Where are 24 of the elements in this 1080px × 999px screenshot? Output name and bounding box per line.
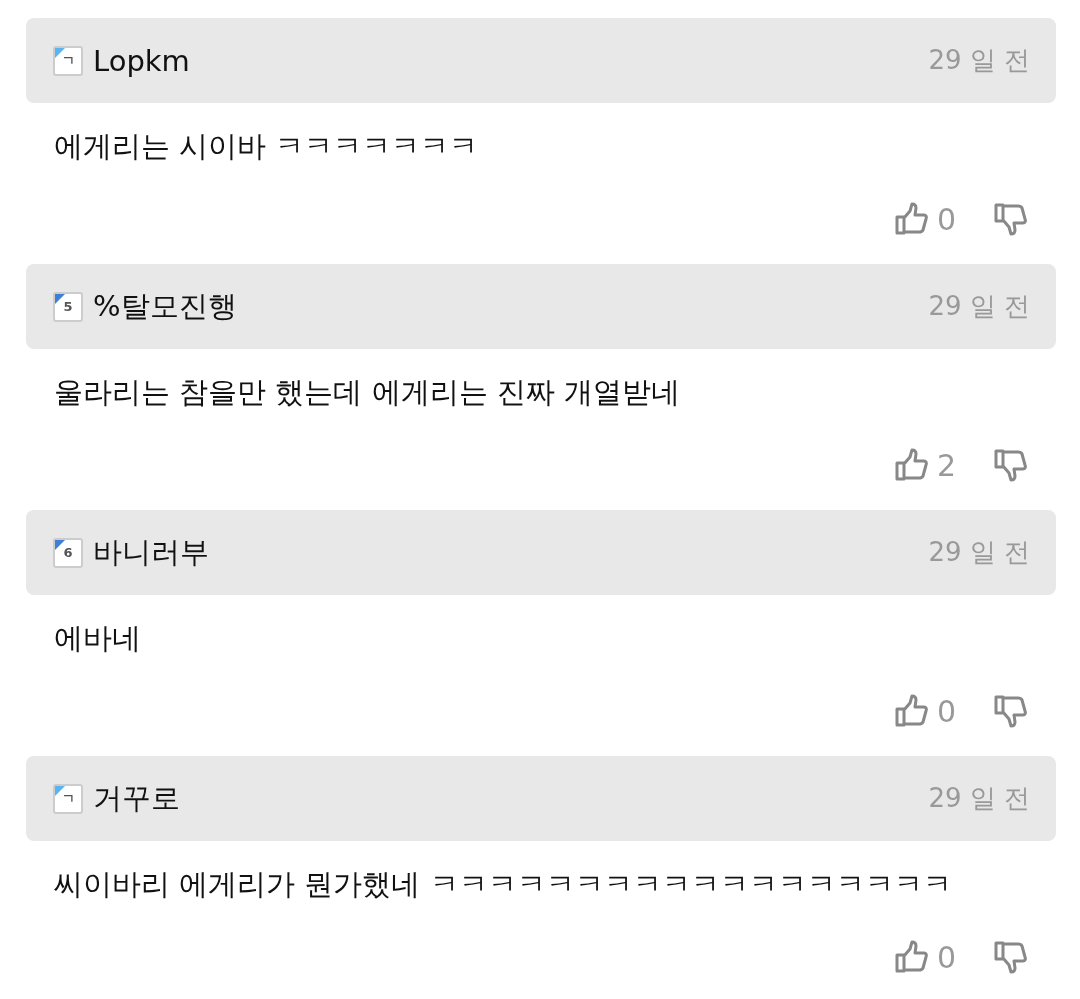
- timestamp: 29 일 전: [928, 290, 1030, 323]
- comment-text: 씨이바리 에게리가 뭔가했네 ㅋㅋㅋㅋㅋㅋㅋㅋㅋㅋㅋㅋㅋㅋㅋㅋㅋㅋ: [53, 866, 953, 903]
- like-count: 0: [936, 201, 956, 237]
- username[interactable]: 바니러부: [93, 532, 209, 573]
- level-number: ㄱ: [61, 789, 75, 808]
- comment-text: 에게리는 시이바 ㅋㅋㅋㅋㅋㅋㅋ: [53, 128, 480, 165]
- like-count: 0: [936, 939, 956, 975]
- thumbs-down-icon[interactable]: [992, 447, 1028, 483]
- like-count: 2: [936, 447, 956, 483]
- level-number: 5: [63, 299, 73, 314]
- comment-text: 에바네: [53, 620, 142, 657]
- level-number: ㄱ: [61, 51, 75, 70]
- like-count: 0: [936, 693, 956, 729]
- timestamp: 29 일 전: [928, 536, 1030, 569]
- username[interactable]: Lopkm: [93, 43, 190, 78]
- thumbs-down-icon[interactable]: [992, 201, 1028, 237]
- thumbs-down-icon[interactable]: [992, 693, 1028, 729]
- timestamp: 29 일 전: [928, 782, 1030, 815]
- username[interactable]: %탈모진행: [93, 286, 237, 327]
- username[interactable]: 거꾸로: [93, 778, 180, 819]
- comment-text: 울라리는 참을만 했는데 에게리는 진짜 개열받네: [53, 374, 682, 411]
- timestamp: 29 일 전: [928, 44, 1030, 77]
- thumbs-down-icon[interactable]: [992, 939, 1028, 975]
- level-number: 6: [63, 545, 73, 560]
